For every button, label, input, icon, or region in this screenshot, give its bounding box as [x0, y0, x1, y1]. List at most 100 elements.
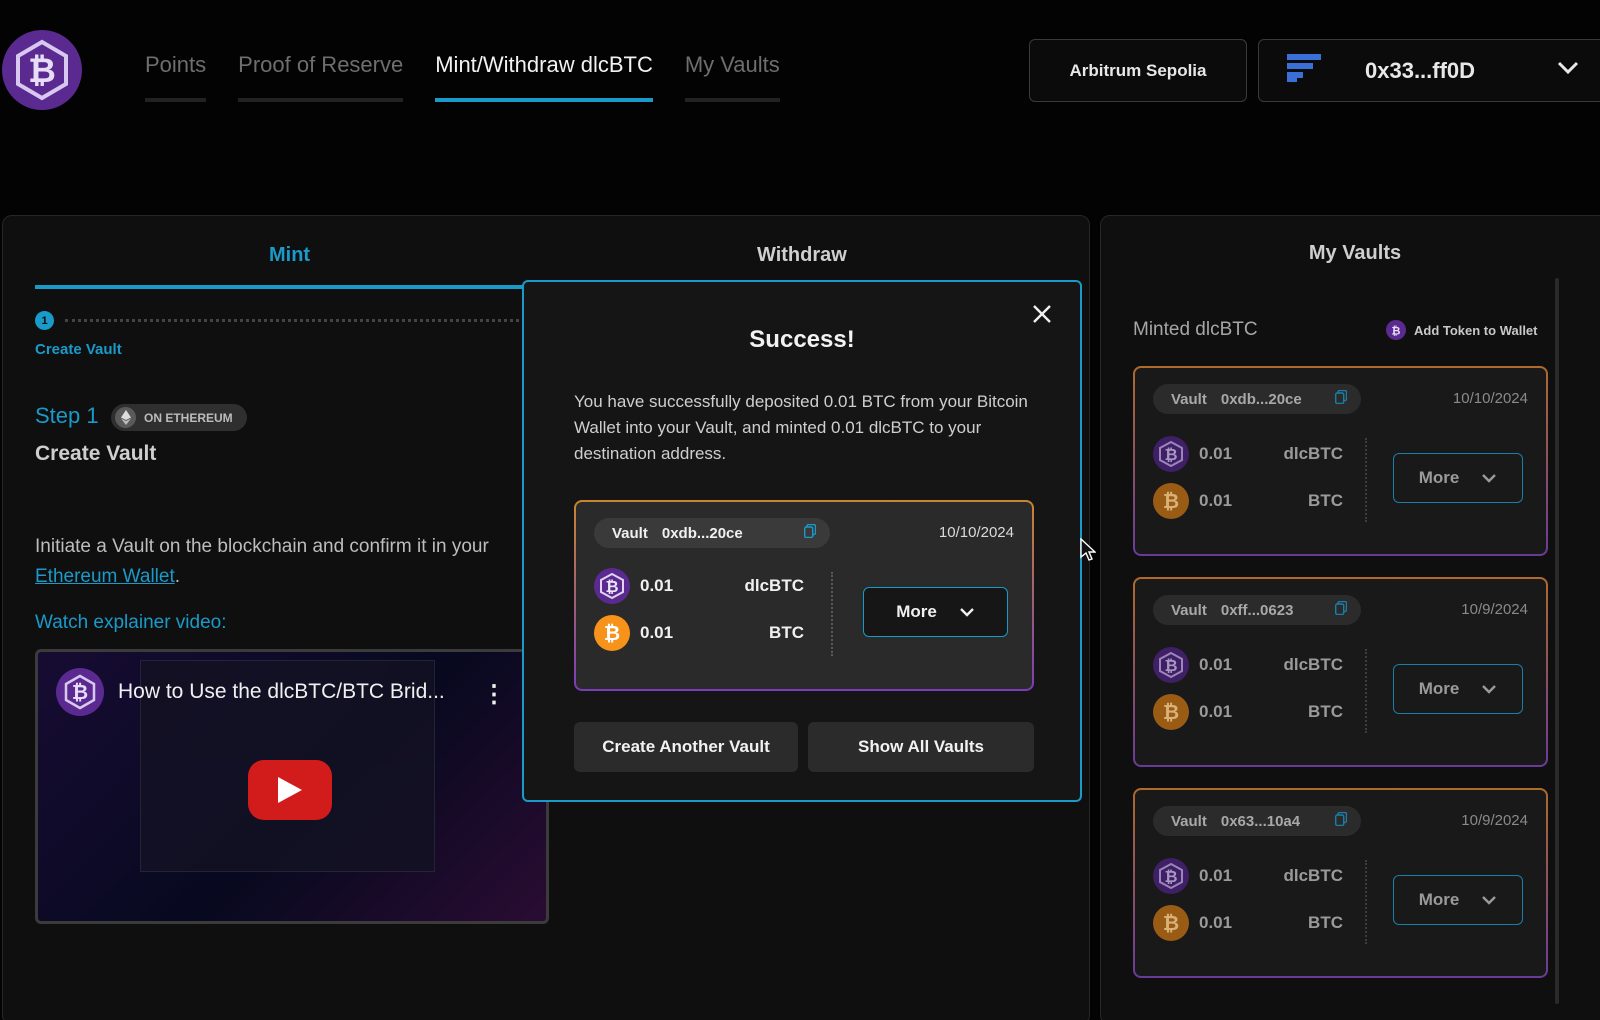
more-button[interactable]: More	[1393, 664, 1523, 714]
network-badge: ON ETHEREUM	[111, 404, 247, 431]
network-badge-label: ON ETHEREUM	[144, 410, 233, 425]
dlcbtc-amount: 0.01	[640, 576, 674, 595]
copy-icon[interactable]	[1334, 600, 1348, 619]
vault-id-pill: Vault 0xdb...20ce	[594, 518, 830, 548]
svg-text:₿: ₿	[1164, 867, 1177, 886]
stepper-step-number: 1	[35, 311, 54, 330]
vault-label: Vault	[1171, 601, 1207, 619]
vault-date: 10/9/2024	[1461, 812, 1528, 829]
vault-list-scrollbar[interactable]	[1555, 278, 1559, 1004]
dlcbtc-symbol: dlcBTC	[1283, 444, 1344, 463]
success-modal: Success! You have successfully deposited…	[522, 280, 1082, 802]
explainer-video[interactable]: ₿ How to Use the dlcBTC/BTC Brid... ⋮	[35, 649, 549, 924]
card-divider	[1365, 649, 1367, 733]
step-heading: Create Vault	[35, 442, 157, 465]
vault-label: Vault	[1171, 390, 1207, 408]
nav-mint-withdraw[interactable]: Mint/Withdraw dlcBTC	[435, 52, 653, 102]
more-label: More	[896, 602, 937, 621]
vault-id: 0x63...10a4	[1220, 812, 1301, 830]
create-another-vault-button[interactable]: Create Another Vault	[574, 722, 798, 772]
btc-symbol: BTC	[1308, 913, 1343, 932]
vault-card: Vault 0xdb...20ce 10/10/2024 ₿ 0.01 dlcB…	[1133, 366, 1548, 556]
btc-symbol: BTC	[1308, 491, 1343, 510]
vault-date: 10/9/2024	[1461, 601, 1528, 618]
dlcbtc-symbol: dlcBTC	[1283, 655, 1344, 674]
more-button[interactable]: More	[863, 587, 1008, 637]
close-icon[interactable]	[1030, 302, 1054, 326]
add-token-button[interactable]: ₿ Add Token to Wallet	[1386, 320, 1538, 340]
dlcbtc-symbol: dlcBTC	[744, 576, 805, 595]
vault-date: 10/10/2024	[1452, 390, 1528, 407]
dlcbtc-icon: ₿	[594, 568, 630, 604]
copy-icon[interactable]	[1334, 811, 1348, 830]
svg-text:₿: ₿	[28, 51, 56, 91]
dlcbtc-row: ₿ 0.01 dlcBTC	[1153, 436, 1343, 472]
bitcoin-icon: ₿	[1153, 694, 1189, 730]
my-vaults-panel: My Vaults Minted dlcBTC ₿ Add Token to W…	[1100, 215, 1600, 1020]
dlcbtc-amount: 0.01	[1199, 866, 1233, 885]
svg-text:₿: ₿	[605, 577, 618, 596]
tab-mint[interactable]: Mint	[269, 244, 310, 267]
bitcoin-icon: ₿	[1153, 483, 1189, 519]
dlcbtc-icon: ₿	[1153, 858, 1189, 894]
btc-row: ₿ 0.01 BTC	[594, 615, 804, 651]
nav-my-vaults[interactable]: My Vaults	[684, 52, 780, 102]
dlcbtc-row: ₿ 0.01 dlcBTC	[1153, 858, 1343, 894]
minted-label: Minted dlcBTC	[1133, 319, 1258, 340]
logo-icon[interactable]: ₿	[2, 30, 82, 110]
vault-card: Vault 0x63...10a4 10/9/2024 ₿ 0.01 dlcBT…	[1133, 788, 1548, 978]
stepper-label: Create Vault	[35, 341, 122, 358]
tab-underline	[35, 285, 525, 289]
add-token-label: Add Token to Wallet	[1414, 322, 1538, 338]
nav-proof-of-reserve[interactable]: Proof of Reserve	[238, 52, 404, 102]
show-all-vaults-button[interactable]: Show All Vaults	[808, 722, 1034, 772]
chevron-down-icon	[959, 608, 974, 617]
svg-text:₿: ₿	[1163, 911, 1179, 935]
btc-amount: 0.01	[640, 623, 674, 642]
more-button[interactable]: More	[1393, 875, 1523, 925]
my-vaults-title: My Vaults	[1308, 242, 1402, 264]
svg-text:₿: ₿	[604, 621, 620, 645]
play-icon[interactable]	[248, 760, 332, 820]
more-label: More	[1418, 679, 1460, 698]
video-title[interactable]: How to Use the dlcBTC/BTC Brid...	[118, 680, 445, 704]
modal-vault-card: Vault 0xdb...20ce 10/10/2024 ₿ 0.01 dlcB…	[574, 500, 1034, 691]
nav-points[interactable]: Points	[145, 52, 207, 102]
btc-row: ₿ 0.01 BTC	[1153, 483, 1343, 519]
vault-id-pill: Vault 0x63...10a4	[1153, 806, 1361, 836]
video-label: Watch explainer video:	[35, 612, 227, 633]
btc-symbol: BTC	[1308, 702, 1343, 721]
more-label: More	[1418, 468, 1460, 487]
svg-text:₿: ₿	[1164, 656, 1177, 675]
more-vertical-icon[interactable]: ⋮	[482, 680, 506, 709]
channel-avatar[interactable]: ₿	[56, 668, 104, 716]
step-description-suffix: .	[174, 566, 181, 587]
tab-withdraw[interactable]: Withdraw	[757, 244, 847, 267]
ethereum-icon	[115, 407, 136, 428]
more-button[interactable]: More	[1393, 453, 1523, 503]
svg-text:₿: ₿	[72, 680, 88, 704]
svg-text:₿: ₿	[1163, 700, 1179, 724]
copy-icon[interactable]	[803, 523, 817, 542]
network-button[interactable]: Arbitrum Sepolia	[1029, 39, 1247, 102]
chevron-down-icon	[1482, 896, 1497, 905]
ethereum-wallet-link[interactable]: Ethereum Wallet	[35, 566, 175, 587]
vault-date: 10/10/2024	[938, 524, 1014, 541]
svg-text:₿: ₿	[1392, 325, 1401, 338]
copy-icon[interactable]	[1334, 389, 1348, 408]
step-description-text: Initiate a Vault on the blockchain and c…	[35, 536, 489, 557]
cursor-icon	[1080, 537, 1097, 567]
vault-id-pill: Vault 0xdb...20ce	[1153, 384, 1361, 414]
dlcbtc-icon: ₿	[1386, 320, 1406, 340]
chevron-down-icon	[1482, 685, 1497, 694]
wallet-provider-icon	[1287, 54, 1321, 87]
modal-description: You have successfully deposited 0.01 BTC…	[574, 392, 1028, 463]
dlcbtc-amount: 0.01	[1199, 655, 1233, 674]
chevron-down-icon	[1557, 61, 1579, 80]
stepper-progress	[65, 319, 525, 322]
dlcbtc-icon: ₿	[1153, 647, 1189, 683]
main-nav: Points Proof of Reserve Mint/Withdraw dl…	[145, 52, 780, 102]
svg-text:₿: ₿	[1164, 445, 1177, 464]
wallet-button[interactable]: 0x33...ff0D	[1258, 39, 1600, 102]
btc-amount: 0.01	[1199, 702, 1233, 721]
